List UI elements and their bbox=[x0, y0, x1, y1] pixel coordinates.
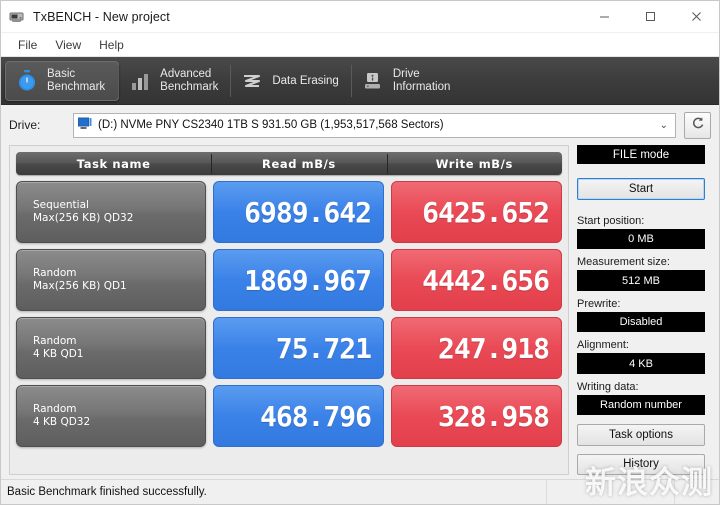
table-row: Random 4 KB QD32 468.796 328.958 bbox=[16, 385, 562, 447]
window-controls bbox=[581, 1, 719, 32]
refresh-icon bbox=[690, 115, 706, 136]
status-cell-3 bbox=[675, 480, 719, 504]
results-panel: Task name Read mB/s Write mB/s Sequentia… bbox=[9, 145, 569, 475]
tab-label-advanced-benchmark: Advanced Benchmark bbox=[160, 68, 219, 93]
status-cell-2 bbox=[547, 480, 675, 504]
tab-label-data-erasing: Data Erasing bbox=[272, 74, 339, 87]
task-cell[interactable]: Random 4 KB QD32 bbox=[16, 385, 206, 447]
writing-data-value[interactable]: Random number bbox=[577, 394, 705, 416]
write-value: 328.958 bbox=[391, 385, 562, 447]
minimize-button[interactable] bbox=[581, 1, 627, 32]
tab-data-erasing[interactable]: Data Erasing bbox=[230, 61, 351, 101]
tab-strip: Basic Benchmark Advanced Benchmark Data … bbox=[1, 57, 719, 105]
tab-advanced-benchmark[interactable]: Advanced Benchmark bbox=[118, 61, 231, 101]
menu-bar: File View Help bbox=[1, 33, 719, 57]
writing-data-label: Writing data: bbox=[577, 380, 639, 393]
prewrite-label: Prewrite: bbox=[577, 297, 621, 310]
main-body: Task name Read mB/s Write mB/s Sequentia… bbox=[1, 145, 719, 475]
write-value: 247.918 bbox=[391, 317, 562, 379]
drive-value: (D:) NVMe PNY CS2340 1TB S 931.50 GB (1,… bbox=[98, 119, 444, 131]
chevron-down-icon[interactable]: ⌄ bbox=[660, 120, 671, 131]
drive-label: Drive: bbox=[9, 118, 41, 132]
table-row: Random 4 KB QD1 75.721 247.918 bbox=[16, 317, 562, 379]
start-button[interactable]: Start bbox=[577, 178, 705, 200]
drive-small-icon bbox=[78, 117, 92, 133]
table-row: Random Max(256 KB) QD1 1869.967 4442.656 bbox=[16, 249, 562, 311]
column-header-task-name: Task name bbox=[76, 156, 151, 171]
bar-chart-icon bbox=[129, 69, 151, 93]
read-value: 468.796 bbox=[213, 385, 384, 447]
read-value: 75.721 bbox=[213, 317, 384, 379]
tab-drive-information[interactable]: Drive Information bbox=[350, 61, 464, 101]
column-header-read: Read mB/s bbox=[211, 153, 386, 174]
read-value: 6989.642 bbox=[213, 181, 384, 243]
task-name-label: Random 4 KB QD1 bbox=[33, 335, 84, 360]
alignment-value[interactable]: 4 KB bbox=[577, 353, 705, 374]
tab-label-drive-information: Drive Information bbox=[392, 68, 451, 93]
menu-item-help[interactable]: Help bbox=[90, 36, 133, 54]
tab-basic-benchmark[interactable]: Basic Benchmark bbox=[5, 61, 120, 101]
tab-label-basic-benchmark: Basic Benchmark bbox=[47, 68, 106, 93]
task-cell[interactable]: Random 4 KB QD1 bbox=[16, 317, 206, 379]
shred-icon bbox=[241, 69, 263, 93]
drive-info-icon bbox=[362, 69, 384, 93]
task-cell[interactable]: Random Max(256 KB) QD1 bbox=[16, 249, 206, 311]
status-bar: Basic Benchmark finished successfully. bbox=[1, 479, 719, 504]
column-header-write: Write mB/s bbox=[386, 153, 562, 174]
alignment-label: Alignment: bbox=[577, 339, 629, 352]
drive-row: Drive: (D:) NVMe PNY CS2340 1TB S 931.50… bbox=[1, 105, 719, 145]
maximize-button[interactable] bbox=[627, 1, 673, 32]
task-name-label: Sequential Max(256 KB) QD32 bbox=[33, 199, 134, 224]
write-value: 4442.656 bbox=[391, 249, 562, 311]
write-value: 6425.652 bbox=[391, 181, 562, 243]
task-name-label: Random Max(256 KB) QD1 bbox=[33, 267, 127, 292]
menu-item-view[interactable]: View bbox=[46, 36, 90, 54]
title-bar: TxBENCH - New project bbox=[1, 1, 719, 33]
table-row: Sequential Max(256 KB) QD32 6989.642 642… bbox=[16, 181, 562, 243]
app-drive-icon bbox=[8, 8, 26, 26]
window-title: TxBENCH - New project bbox=[33, 9, 170, 24]
results-header-row: Task name Read mB/s Write mB/s bbox=[16, 152, 562, 175]
file-mode-indicator: FILE mode bbox=[577, 145, 705, 165]
stopwatch-icon bbox=[16, 69, 38, 93]
read-value: 1869.967 bbox=[213, 249, 384, 311]
measurement-size-label: Measurement size: bbox=[577, 256, 670, 269]
task-name-label: Random 4 KB QD32 bbox=[33, 403, 91, 428]
close-button[interactable] bbox=[673, 1, 719, 32]
options-sidebar: FILE mode Start Start position: 0 MB Mea… bbox=[577, 145, 705, 475]
task-options-button[interactable]: Task options bbox=[577, 424, 705, 446]
status-message: Basic Benchmark finished successfully. bbox=[1, 480, 547, 504]
task-cell[interactable]: Sequential Max(256 KB) QD32 bbox=[16, 181, 206, 243]
measurement-size-value[interactable]: 512 MB bbox=[577, 270, 705, 291]
start-position-value[interactable]: 0 MB bbox=[577, 228, 705, 250]
drive-select[interactable]: (D:) NVMe PNY CS2340 1TB S 931.50 GB (1,… bbox=[73, 112, 676, 138]
menu-item-file[interactable]: File bbox=[9, 36, 46, 54]
txbench-window: TxBENCH - New project File View Help Bas… bbox=[0, 0, 720, 505]
history-button[interactable]: History bbox=[577, 453, 705, 475]
start-position-label: Start position: bbox=[577, 214, 645, 227]
prewrite-value[interactable]: Disabled bbox=[577, 311, 705, 333]
refresh-button[interactable] bbox=[684, 111, 711, 139]
